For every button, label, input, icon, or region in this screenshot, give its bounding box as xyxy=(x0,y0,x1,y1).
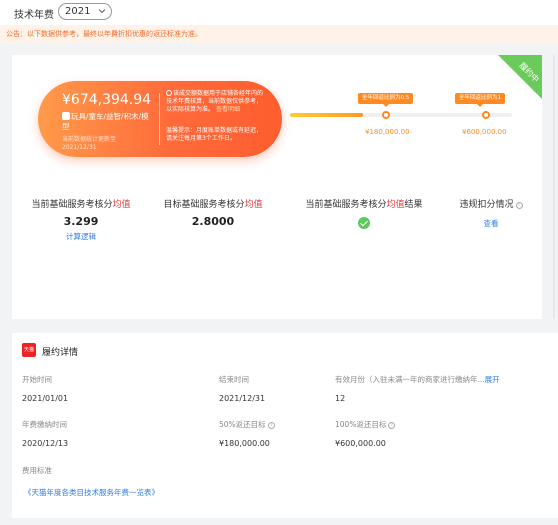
payment-time-label: 年费缴纳时间 xyxy=(22,420,67,429)
info-icon[interactable]: i xyxy=(515,202,523,209)
metric-violation: 违规扣分情况 i 查看 xyxy=(452,197,530,229)
update-time: 当前数据统计更新至2021/12/31 xyxy=(62,136,117,151)
top-bar: 技术年费 2021 xyxy=(0,0,558,25)
check-circle-icon xyxy=(358,217,370,229)
fee-amount: ¥674,394.94 xyxy=(62,92,152,108)
valid-months-value: 12 xyxy=(335,394,346,403)
target-50-label: 50%返还目标 i xyxy=(219,419,275,430)
fee-standard-link[interactable]: 《天猫年度各类目技术服务年费一览表》 xyxy=(24,487,159,498)
info-icon xyxy=(166,90,172,96)
status-ribbon: 履约中 xyxy=(498,55,542,99)
fee-summary: ¥674,394.94 玩具/童车/益智/积木/模型 当前数据统计更新至2021… xyxy=(38,81,282,157)
start-time-value: 2021/01/01 xyxy=(22,394,69,403)
tmall-logo: 天猫 xyxy=(22,343,36,357)
fee-tip: 温馨提示：月度账单数据或有延迟，请关注每月第3个工作日。 xyxy=(166,127,263,142)
chevron-down-icon xyxy=(98,9,106,14)
view-violation-link[interactable]: 查看 xyxy=(452,218,530,229)
target-100-value: ¥600,000.00 xyxy=(335,439,386,448)
notice-text: 公告：以下数据供参考，最终以年費折扣优惠的返还标准为准。 xyxy=(6,30,202,38)
info-icon[interactable]: i xyxy=(388,422,396,429)
start-time-label: 开始时间 xyxy=(22,375,52,384)
progress-track xyxy=(290,113,512,117)
fee-note-text: 该成交额数据用于店铺各经年内的技术年费核算，当前数据仅供参考，以实际核算为准。 xyxy=(166,90,264,113)
category-list: 玩具/童车/益智/积木/模型 xyxy=(62,112,150,132)
notice-bar: 公告：以下数据供参考，最终以年費折扣优惠的返还标准为准。 xyxy=(0,25,558,43)
side-divider xyxy=(553,55,555,319)
fee-standard-label: 费用标准 xyxy=(22,466,52,475)
progress-value-100: ¥600,000.00 xyxy=(462,128,507,136)
metric-score-result: 当前基础服务考核分均值结果 xyxy=(302,197,426,233)
metric-value: 3.299 xyxy=(63,215,99,228)
calc-logic-link[interactable]: 计算逻辑 xyxy=(22,231,140,242)
metric-label: 目标基础服务考核分均值 xyxy=(163,200,263,210)
view-detail-link[interactable]: 查看明细 xyxy=(216,106,240,113)
progress-point-50 xyxy=(382,111,390,119)
fee-overview-card: 履约中 ¥674,394.94 玩具/童车/益智/积木/模型 当前数据统计更新至… xyxy=(12,55,542,319)
performance-details-card: 天猫 履约详情 开始时间 2021/01/01 结束时间 2021/12/31 … xyxy=(12,333,558,518)
metric-label: 当前基础服务考核分均值结果 xyxy=(305,200,423,210)
progress-fill xyxy=(290,113,364,117)
end-time-value: 2021/12/31 xyxy=(219,394,266,403)
category-icon xyxy=(62,112,70,120)
annual-fee-label: 技术年费 xyxy=(14,10,54,21)
expand-link[interactable]: 展开 xyxy=(485,375,500,384)
progress-value-50: ¥180,000.00 xyxy=(365,128,410,136)
progress-point-100 xyxy=(482,111,490,119)
metric-target-score: 目标基础服务考核分均值 2.8000 xyxy=(154,197,272,228)
divider xyxy=(159,93,160,145)
category-text: 玩具/童车/益智/积木/模型 xyxy=(62,112,149,131)
valid-months-label: 有效月份（入驻未满一年的商家进行缴纳年...展开 xyxy=(335,375,500,384)
metric-current-score: 当前基础服务考核分均值 3.299 计算逻辑 xyxy=(22,197,140,242)
section-title: 履约详情 xyxy=(42,348,79,358)
end-time-label: 结束时间 xyxy=(219,375,249,384)
metric-value: 2.8000 xyxy=(191,215,235,228)
fee-note: 该成交额数据用于店铺各经年内的技术年费核算，当前数据仅供参考，以实际核算为准。 … xyxy=(166,90,264,114)
payment-time-value: 2020/12/13 xyxy=(22,439,69,448)
year-select-value: 2021 xyxy=(65,6,91,17)
target-100-label: 100%返还目标 i xyxy=(335,419,396,430)
year-select[interactable]: 2021 xyxy=(58,3,112,20)
metric-label: 当前基础服务考核分均值 xyxy=(31,200,131,210)
target-50-value: ¥180,000.00 xyxy=(219,439,270,448)
progress-tip-50: 全年回返比例为0.5 xyxy=(358,93,414,107)
metric-label: 违规扣分情况 i xyxy=(452,197,530,210)
progress-tip-100: 全年回返比例为1 xyxy=(455,93,505,107)
info-icon[interactable]: i xyxy=(267,422,275,429)
